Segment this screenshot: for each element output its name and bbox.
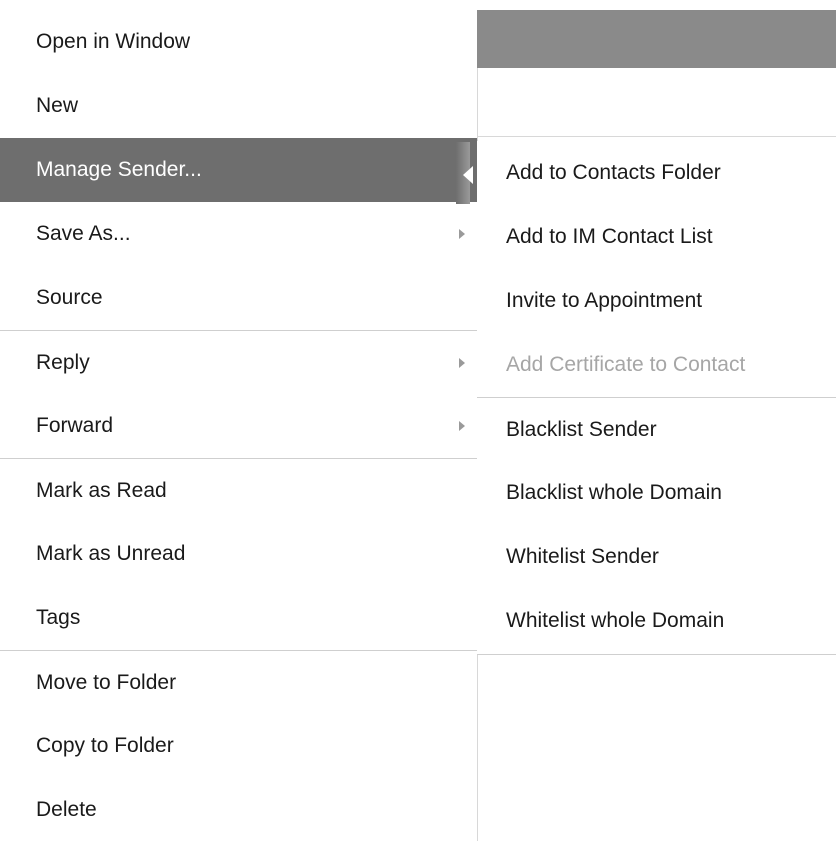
chevron-right-icon (459, 229, 465, 239)
menu-item-label: Manage Sender... (36, 158, 202, 181)
submenu-item-label: Add to IM Contact List (506, 225, 713, 248)
menu-item-source[interactable]: Source (0, 266, 477, 330)
menu-item-delete[interactable]: Delete (0, 778, 477, 842)
submenu-item-whitelist-sender[interactable]: Whitelist Sender (477, 525, 836, 589)
submenu-item-label: Blacklist whole Domain (506, 481, 722, 504)
content-divider (477, 136, 836, 137)
menu-item-label: Source (36, 286, 103, 309)
menu-item-label: Mark as Unread (36, 542, 186, 565)
menu-item-label: Open in Window (36, 30, 191, 53)
submenu-item-label: Blacklist Sender (506, 417, 657, 441)
submenu-item-whitelist-whole-domain[interactable]: Whitelist whole Domain (477, 589, 836, 653)
submenu-pointer (463, 166, 473, 184)
menu-item-reply[interactable]: Reply (0, 330, 477, 394)
submenu-item-label: Whitelist Sender (506, 545, 659, 568)
menu-item-label: Reply (36, 350, 90, 374)
menu-item-mark-as-read[interactable]: Mark as Read (0, 458, 477, 522)
menu-item-label: Mark as Read (36, 478, 167, 502)
submenu-item-label: Invite to Appointment (506, 289, 703, 312)
chevron-right-icon (459, 357, 465, 368)
menu-item-label: Save As... (36, 222, 131, 245)
menu-item-tags[interactable]: Tags (0, 586, 477, 650)
submenu-item-blacklist-sender[interactable]: Blacklist Sender (477, 397, 836, 461)
submenu-item-blacklist-whole-domain[interactable]: Blacklist whole Domain (477, 461, 836, 525)
menu-item-label: New (36, 94, 79, 117)
manage-sender-submenu: Add to Contacts Folder Add to IM Contact… (477, 141, 836, 655)
submenu-item-add-certificate-to-contact: Add Certificate to Contact (477, 333, 836, 397)
menu-item-save-as[interactable]: Save As... (0, 202, 477, 266)
menu-item-mark-as-unread[interactable]: Mark as Unread (0, 522, 477, 586)
submenu-item-label: Add Certificate to Contact (506, 353, 746, 376)
menu-item-manage-sender[interactable]: Manage Sender... (0, 138, 477, 202)
header-bar (477, 10, 836, 68)
menu-item-label: Delete (36, 798, 97, 821)
context-menu: Open in Window New Manage Sender... Save… (0, 10, 477, 841)
submenu-item-label: Add to Contacts Folder (506, 161, 721, 184)
menu-item-move-to-folder[interactable]: Move to Folder (0, 650, 477, 714)
menu-item-new[interactable]: New (0, 74, 477, 138)
menu-item-label: Copy to Folder (36, 734, 174, 757)
menu-item-forward[interactable]: Forward (0, 394, 477, 458)
submenu-item-label: Whitelist whole Domain (506, 609, 725, 632)
submenu-item-add-to-im-contact-list[interactable]: Add to IM Contact List (477, 205, 836, 269)
menu-item-label: Forward (36, 414, 114, 437)
menu-item-copy-to-folder[interactable]: Copy to Folder (0, 714, 477, 778)
menu-item-open-in-window[interactable]: Open in Window (0, 10, 477, 74)
chevron-right-icon (459, 421, 465, 431)
menu-item-label: Move to Folder (36, 670, 177, 694)
menu-item-label: Tags (36, 606, 81, 629)
submenu-item-invite-to-appointment[interactable]: Invite to Appointment (477, 269, 836, 333)
submenu-item-add-to-contacts-folder[interactable]: Add to Contacts Folder (477, 141, 836, 205)
